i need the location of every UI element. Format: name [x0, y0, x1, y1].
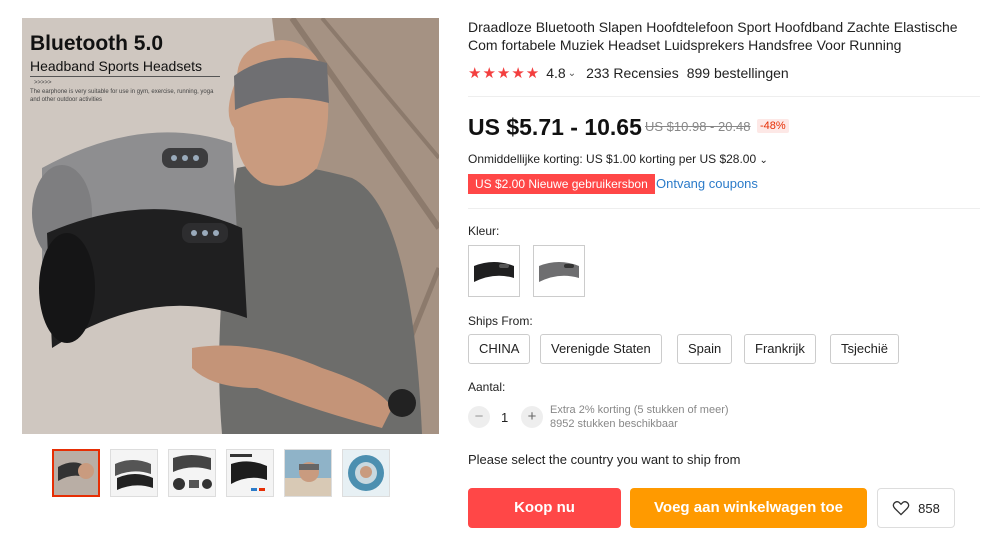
wishlist-count: 858 [918, 500, 940, 516]
hero-arrows: >>>>> [34, 80, 52, 86]
wishlist-button[interactable]: 858 [877, 488, 955, 528]
thumbnail-2[interactable] [110, 449, 158, 497]
ships-from-label: Ships From: [468, 314, 533, 328]
quantity-value[interactable]: 1 [501, 410, 508, 425]
bulk-discount-note: Extra 2% korting (5 stukken of meer) [550, 404, 729, 416]
thumbnail-1[interactable] [52, 449, 100, 497]
original-price: US $10.98 - 20.48 [645, 119, 751, 134]
instant-discount[interactable]: Onmiddellijke korting: US $1.00 korting … [468, 152, 768, 166]
thumbnail-4[interactable] [226, 449, 274, 497]
star-rating-icon: ★★★★★ [468, 65, 541, 82]
price-range: US $5.71 - 10.65 [468, 114, 642, 140]
stock-available: 8952 stukken beschikbaar [550, 418, 678, 430]
chevron-down-icon: ⌄ [759, 155, 768, 166]
product-photo [22, 18, 439, 434]
thumbnail-5[interactable] [284, 449, 332, 497]
orders-count: 899 bestellingen [686, 65, 789, 81]
rating-row: ★★★★★ 4.8 ⌄ 233 Recensies 899 bestelling… [468, 64, 789, 82]
get-coupons-link[interactable]: Ontvang coupons [656, 176, 758, 191]
discount-badge: -48% [757, 119, 789, 133]
instant-discount-text: Onmiddellijke korting: US $1.00 korting … [468, 152, 757, 166]
main-product-image[interactable]: Bluetooth 5.0 Headband Sports Headsets >… [22, 18, 439, 434]
chevron-down-icon[interactable]: ⌄ [568, 68, 576, 79]
hero-description: The earphone is very suitable for use in… [30, 89, 214, 103]
color-option-black[interactable] [468, 245, 520, 297]
reviews-link[interactable]: 233 Recensies [586, 65, 679, 81]
quantity-minus-button[interactable]: − [468, 406, 490, 428]
rating-value[interactable]: 4.8 [546, 65, 565, 81]
thumbnail-6[interactable] [342, 449, 390, 497]
headband-black-icon [474, 262, 514, 282]
ship-country-message: Please select the country you want to sh… [468, 452, 741, 467]
color-option-grey[interactable] [533, 245, 585, 297]
new-user-coupon: US $2.00 Nieuwe gebruikersbon [468, 174, 655, 194]
thumbnail-3[interactable] [168, 449, 216, 497]
heart-icon [892, 501, 910, 516]
divider [468, 96, 980, 97]
color-label: Kleur: [468, 224, 500, 238]
ship-option-us[interactable]: Verenigde Staten [540, 334, 662, 364]
headband-grey-icon [539, 262, 579, 282]
hero-divider [30, 76, 220, 77]
quantity-label: Aantal: [468, 380, 506, 394]
quantity-plus-button[interactable]: + [521, 406, 543, 428]
ship-option-france[interactable]: Frankrijk [744, 334, 816, 364]
thumbnail-strip [52, 449, 390, 497]
ship-option-czechia[interactable]: Tsjechië [830, 334, 899, 364]
hero-title: Bluetooth 5.0 [30, 32, 164, 55]
divider [468, 208, 980, 209]
add-to-cart-button[interactable]: Voeg aan winkelwagen toe [630, 488, 867, 528]
ship-option-china[interactable]: CHINA [468, 334, 531, 364]
buy-now-button[interactable]: Koop nu [468, 488, 621, 528]
ship-option-spain[interactable]: Spain [677, 334, 733, 364]
hero-subtitle: Headband Sports Headsets [30, 58, 202, 74]
product-title: Draadloze Bluetooth Slapen Hoofdtelefoon… [468, 19, 958, 53]
